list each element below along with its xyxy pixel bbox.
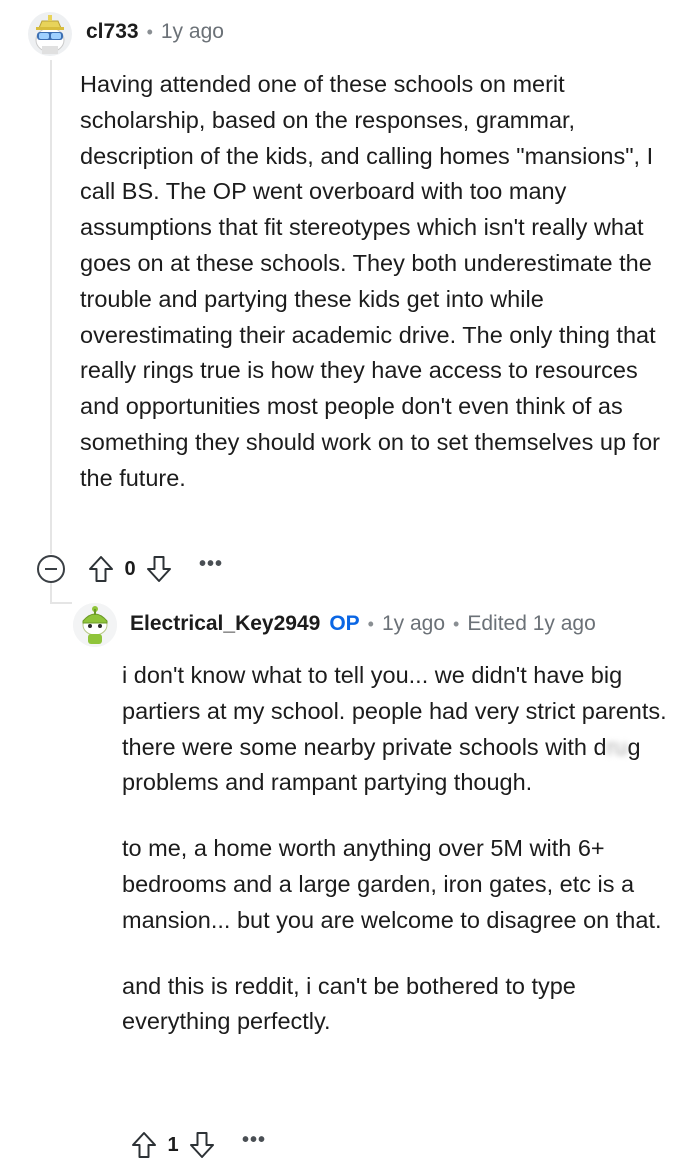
collapse-minus-icon xyxy=(45,568,57,570)
reply-text: i don't know what to tell you... we didn… xyxy=(122,662,667,760)
vote-score: 1 xyxy=(167,1133,179,1156)
op-badge: OP xyxy=(329,612,360,635)
separator-dot: • xyxy=(367,613,374,634)
thread-line-vertical-reply xyxy=(50,582,52,604)
comment-text: Having attended one of these schools on … xyxy=(80,71,660,491)
collapse-button[interactable] xyxy=(37,555,65,583)
more-options-icon[interactable]: ••• xyxy=(199,554,223,574)
username[interactable]: cl733 xyxy=(86,20,139,44)
snoo-avatar-icon xyxy=(73,603,117,647)
thread-line-vertical xyxy=(50,60,52,554)
separator-dot: • xyxy=(146,21,153,42)
blurred-text: ru xyxy=(606,733,628,760)
upvote-arrow-icon xyxy=(132,1132,156,1158)
comment-meta: cl733 • 1y ago xyxy=(86,20,224,44)
timestamp[interactable]: 1y ago xyxy=(382,612,445,636)
timestamp[interactable]: 1y ago xyxy=(161,20,224,44)
reply-body: i don't know what to tell you... we didn… xyxy=(122,658,674,1040)
reply-meta: Electrical_Key2949 OP • 1y ago • Edited … xyxy=(130,612,596,636)
separator-dot: • xyxy=(453,613,460,634)
avatar-reply[interactable] xyxy=(73,603,117,647)
upvote-button[interactable] xyxy=(126,1127,162,1163)
more-options-icon[interactable]: ••• xyxy=(242,1130,266,1150)
downvote-button[interactable] xyxy=(141,551,177,587)
reply-paragraph-3: and this is reddit, i can't be bothered … xyxy=(122,972,576,1035)
snoo-avatar-icon xyxy=(35,15,65,54)
reply-actions: 1 ••• xyxy=(126,1127,266,1163)
comment-actions: 0 ••• xyxy=(83,551,223,587)
downvote-button[interactable] xyxy=(184,1127,220,1163)
avatar[interactable] xyxy=(28,12,72,56)
downvote-arrow-icon xyxy=(147,556,171,582)
comment-body: Having attended one of these schools on … xyxy=(80,67,680,497)
upvote-button[interactable] xyxy=(83,551,119,587)
downvote-arrow-icon xyxy=(190,1132,214,1158)
edited-label: Edited 1y ago xyxy=(467,612,596,635)
vote-score: 0 xyxy=(124,557,136,580)
reply-paragraph-2: to me, a home worth anything over 5M wit… xyxy=(122,835,662,933)
reply-paragraph-1: i don't know what to tell you... we didn… xyxy=(122,658,674,801)
thread-line-branch xyxy=(50,602,72,604)
upvote-arrow-icon xyxy=(89,556,113,582)
username[interactable]: Electrical_Key2949 xyxy=(130,612,320,636)
